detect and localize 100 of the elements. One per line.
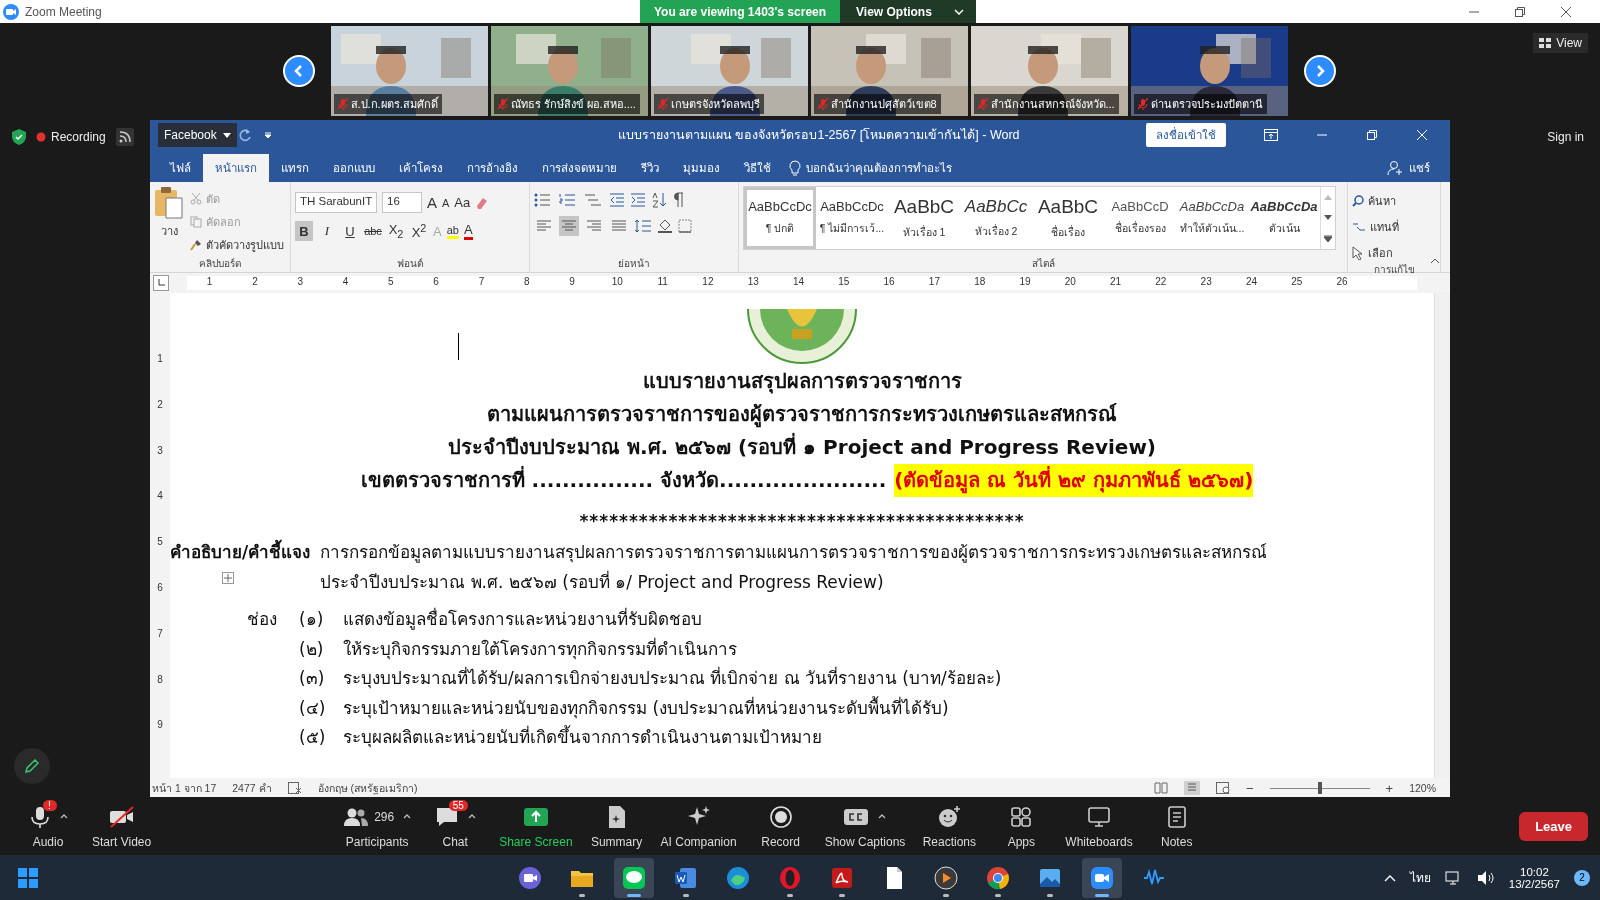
style-option[interactable]: AaBbCcDa ทำให้ตัวเน้น... — [1176, 187, 1248, 249]
format-button[interactable]: B — [295, 221, 313, 241]
multilevel-list-icon[interactable] — [584, 193, 604, 207]
style-option[interactable]: AaBbCcD ชื่อเรื่องรอง — [1104, 187, 1176, 249]
meeting-control-button[interactable]: 296 Participants — [335, 803, 420, 849]
annotate-button[interactable] — [14, 748, 50, 784]
style-option[interactable]: AaBbC หัวเรื่อง 1 — [888, 187, 960, 249]
broadcast-icon[interactable] — [115, 128, 134, 146]
highlight-button[interactable]: ab — [446, 223, 459, 239]
meeting-control-button[interactable]: AI Companion — [652, 803, 745, 849]
replace-button[interactable]: แทนที่ — [1352, 218, 1436, 236]
chevron-up-icon[interactable] — [467, 814, 476, 819]
pilcrow-icon[interactable] — [672, 192, 684, 208]
eraser-icon[interactable] — [475, 195, 490, 210]
find-button[interactable]: ค้นหา — [1352, 192, 1436, 210]
zoom-in-button[interactable]: + — [1385, 780, 1394, 796]
meeting-control-button[interactable]: Notes — [1140, 803, 1213, 849]
web-layout-icon[interactable] — [1215, 782, 1230, 794]
meeting-control-button[interactable]: Share Screen — [491, 803, 581, 849]
style-option[interactable]: AaBbCc หัวเรื่อง 2 — [960, 187, 1032, 249]
sign-in-button[interactable]: ลงชื่อเข้าใช้ — [1146, 123, 1226, 147]
previous-page-button[interactable] — [282, 55, 315, 87]
decrease-indent-icon[interactable] — [609, 193, 625, 207]
notification-count[interactable]: 2 — [1574, 869, 1590, 886]
chevron-up-icon[interactable] — [59, 814, 68, 819]
facebook-dropdown[interactable]: Facebook — [158, 123, 237, 147]
ribbon-tab[interactable]: รีวิว — [629, 154, 671, 182]
tab-selector-icon[interactable] — [153, 275, 169, 291]
shield-icon[interactable] — [12, 129, 26, 145]
meeting-control-button[interactable]: Reactions — [913, 803, 986, 849]
meeting-control-button[interactable]: Start Video — [84, 803, 160, 849]
ribbon-tab[interactable]: หน้าแรก — [203, 154, 269, 182]
print-layout-icon[interactable] — [1183, 781, 1200, 795]
customize-toolbar-icon[interactable] — [264, 131, 272, 139]
meeting-control-button[interactable]: Apps — [985, 803, 1058, 849]
font-name-field[interactable]: TH SarabunIT — [295, 192, 377, 213]
grow-font-button[interactable]: A — [427, 194, 437, 211]
format-button[interactable]: X$^{2}$ — [410, 221, 428, 241]
language-indicator[interactable]: อังกฤษ (สหรัฐอเมริกา) — [317, 779, 418, 797]
ribbon-tab[interactable]: ไฟล์ — [158, 154, 203, 182]
meeting-control-button[interactable]: Whiteboards — [1057, 803, 1141, 849]
shrink-font-button[interactable]: A — [442, 196, 450, 209]
redo-icon[interactable] — [238, 128, 252, 142]
restore-icon[interactable] — [1366, 129, 1378, 141]
ribbon-tab[interactable]: เค้าโครง — [387, 154, 455, 182]
meeting-control-button[interactable]: Show Captions — [816, 803, 914, 849]
leave-button[interactable]: Leave — [1519, 811, 1588, 841]
format-button[interactable]: X$_{2}$ — [387, 221, 405, 241]
format-button[interactable]: U — [341, 221, 359, 241]
change-case-button[interactable]: Aa — [454, 195, 471, 210]
ribbon-display-icon[interactable] — [1264, 129, 1278, 141]
collapse-ribbon-icon[interactable] — [1430, 258, 1440, 264]
shading-icon[interactable] — [657, 218, 673, 234]
chevron-up-icon[interactable] — [403, 814, 412, 819]
font-color-button[interactable]: A — [463, 222, 473, 240]
format-button[interactable]: I — [318, 221, 336, 241]
style-option[interactable]: AaBbCcDc ¶ ไม่มีการเว้... — [816, 187, 888, 249]
sort-icon[interactable] — [651, 192, 667, 208]
tell-me-field[interactable]: บอกฉันว่าคุณต้องการทำอะไร — [783, 154, 952, 182]
chevron-up-icon[interactable] — [878, 814, 887, 819]
note-text: ระบุงบประมาณที่ได้รับ/ผลการเบิกจ่ายงบประมาณ ที่เบิกจ่าย ณ วันที่รายงาน (บาท/ร้อยละ) — [343, 665, 1002, 691]
view-options-button[interactable]: View Options — [840, 0, 976, 23]
share-button[interactable]: แชร์ — [1387, 154, 1430, 182]
style-option[interactable]: AaBbCcDc ¶ ปกติ — [744, 187, 816, 249]
font-size-field[interactable]: 16 — [382, 192, 422, 213]
gallery-scroll-buttons[interactable] — [1320, 187, 1335, 249]
ribbon-tab[interactable]: การส่งจดหมาย — [530, 154, 629, 182]
ribbon-tab[interactable]: มุมมอง — [671, 154, 732, 182]
next-page-button[interactable] — [1303, 55, 1336, 87]
ribbon-tab[interactable]: การอ้างอิง — [455, 154, 530, 182]
input-language[interactable]: ไทย — [1409, 868, 1431, 887]
taskbar-button[interactable] — [1082, 857, 1122, 898]
close-icon[interactable] — [1560, 5, 1572, 18]
read-mode-icon[interactable] — [1153, 782, 1168, 794]
borders-icon[interactable] — [678, 219, 692, 233]
style-option[interactable]: AaBbC ชื่อเรื่อง — [1032, 187, 1104, 249]
taskbar-button[interactable] — [614, 857, 654, 898]
recording-indicator[interactable]: Recording — [36, 130, 106, 144]
meeting-control-button[interactable]: Summary — [580, 803, 653, 849]
table-move-handle-icon[interactable] — [222, 572, 234, 584]
ribbon-tab[interactable]: วิธีใช้ — [732, 154, 783, 182]
format-button[interactable]: abc — [364, 221, 382, 241]
zoom-out-button[interactable]: − — [1245, 780, 1254, 796]
ribbon-tab[interactable]: แทรก — [269, 154, 321, 182]
increase-indent-icon[interactable] — [630, 193, 646, 207]
zoom-level[interactable]: 120% — [1409, 782, 1436, 794]
proofing-icon[interactable] — [287, 782, 302, 794]
meeting-control-button[interactable]: Record — [744, 803, 817, 849]
style-option[interactable]: AaBbCcDa ตัวเน้น — [1248, 187, 1320, 249]
clock[interactable]: 10:02 13/2/2567 — [1508, 865, 1560, 890]
paste-button[interactable]: วาง — [154, 186, 184, 256]
select-button[interactable]: เลือก — [1352, 244, 1436, 262]
sign-in-link[interactable]: Sign in — [1547, 130, 1584, 144]
ribbon-tab[interactable]: ออกแบบ — [321, 154, 387, 182]
speaker-icon[interactable] — [1476, 869, 1495, 886]
restore-icon[interactable] — [1514, 5, 1526, 18]
format-painter-button[interactable]: ตัวคัดวางรูปแบบ — [190, 236, 284, 254]
participant-name: ด่านตรวจประมงปัตตานี — [1150, 97, 1263, 112]
line-spacing-icon[interactable] — [634, 219, 652, 233]
view-button[interactable]: View — [1533, 33, 1588, 53]
